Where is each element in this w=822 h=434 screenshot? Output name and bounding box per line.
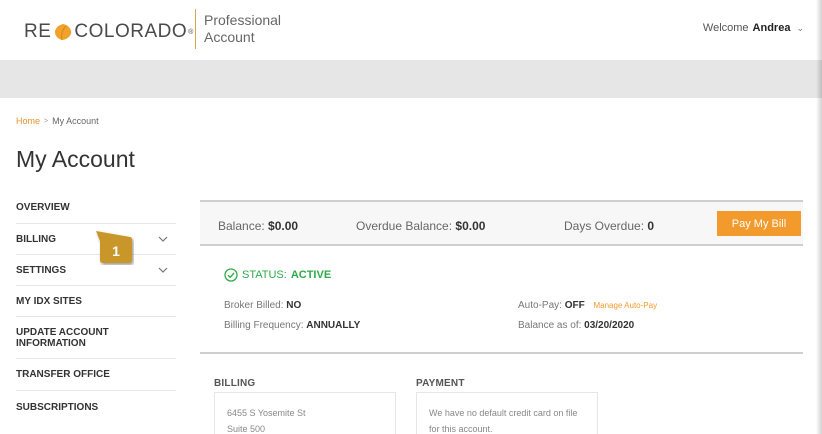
sidebar: OVERVIEW BILLING SETTINGS MY IDX SITES U…	[16, 192, 176, 423]
days-overdue-field: Days Overdue: 0	[564, 219, 654, 233]
breadcrumb: Home > My Account	[16, 116, 99, 126]
billing-address-card: 6455 S Yosemite St Suite 500	[214, 392, 396, 434]
balance-as-of: Balance as of: 03/20/2020	[518, 320, 634, 331]
overdue-balance-field: Overdue Balance: $0.00	[356, 219, 485, 233]
sidebar-item-label: SUBSCRIPTIONS	[16, 401, 99, 413]
logo-text-colorado: COLORADO	[74, 21, 188, 42]
check-circle-icon	[224, 268, 238, 282]
status-value: ACTIVE	[290, 269, 332, 281]
welcome-text: Welcome	[702, 22, 749, 34]
status-label: STATUS:	[242, 269, 287, 281]
sidebar-item-label: TRANSFER OFFICE	[16, 369, 110, 380]
balance-label: Balance:	[218, 219, 265, 233]
header-subtitle: Professional Account	[204, 12, 282, 45]
address-line-2: Suite 500	[227, 424, 266, 434]
registered-mark: ®	[188, 28, 194, 36]
broker-value: NO	[286, 300, 302, 311]
billing-heading: BILLING	[214, 378, 256, 389]
sidebar-item-overview[interactable]: OVERVIEW	[16, 192, 176, 224]
balance-value: $0.00	[268, 219, 299, 233]
gray-banner	[0, 60, 822, 98]
payment-card: We have no default credit card on file f…	[416, 392, 598, 434]
autopay-label: Auto-Pay:	[518, 300, 562, 311]
chevron-down-icon	[158, 236, 168, 242]
user-menu[interactable]: Welcome Andrea ⌄	[703, 22, 804, 34]
step-callout-badge: 1	[96, 231, 132, 263]
sidebar-item-label: BILLING	[16, 233, 56, 245]
broker-label: Broker Billed:	[224, 300, 284, 311]
chevron-down-icon	[158, 267, 168, 273]
section-divider	[200, 352, 803, 354]
sidebar-item-subscriptions[interactable]: SUBSCRIPTIONS	[16, 391, 176, 423]
recolorado-logo[interactable]: RE COLORADO ®	[24, 20, 193, 44]
billing-frequency: Billing Frequency: ANNUALLY	[224, 320, 360, 331]
balance-field: Balance: $0.00	[218, 219, 298, 233]
manage-auto-pay-link[interactable]: Manage Auto-Pay	[593, 301, 657, 310]
address-line-1: 6455 S Yosemite St	[227, 408, 306, 418]
sidebar-item-label: MY IDX SITES	[16, 295, 82, 307]
pay-my-bill-button[interactable]: Pay My Bill	[717, 211, 801, 236]
breadcrumb-separator: >	[44, 117, 49, 125]
callout-number: 1	[112, 243, 120, 259]
asof-label: Balance as of:	[518, 320, 582, 331]
aspen-leaf-icon	[55, 24, 72, 41]
auto-pay: Auto-Pay: OFF Manage Auto-Pay	[518, 300, 657, 311]
app-header: RE COLORADO ® Professional Account Welco…	[0, 0, 822, 60]
asof-value: 03/20/2020	[584, 320, 635, 331]
overdue-value: $0.00	[455, 219, 486, 233]
sidebar-item-update-account-information[interactable]: UPDATE ACCOUNT INFORMATION	[16, 317, 176, 359]
frequency-label: Billing Frequency:	[224, 320, 304, 331]
sidebar-item-label: OVERVIEW	[16, 202, 70, 213]
breadcrumb-current: My Account	[52, 116, 99, 126]
payment-heading: PAYMENT	[416, 378, 465, 389]
frequency-value: ANNUALLY	[306, 320, 361, 331]
breadcrumb-home-link[interactable]: Home	[16, 116, 40, 126]
page-title: My Account	[16, 146, 135, 172]
sidebar-item-label: SETTINGS	[16, 264, 67, 276]
window-edge-shadow	[816, 0, 822, 434]
overdue-label: Overdue Balance:	[356, 219, 453, 233]
logo-text-re: RE	[24, 21, 52, 42]
header-divider	[195, 9, 196, 49]
days-label: Days Overdue:	[564, 219, 645, 233]
autopay-value: OFF	[564, 300, 585, 311]
sidebar-item-my-idx-sites[interactable]: MY IDX SITES	[16, 286, 176, 317]
payment-message: We have no default credit card on file f…	[429, 408, 578, 434]
sidebar-item-label: UPDATE ACCOUNT INFORMATION	[16, 326, 109, 349]
account-status: STATUS: ACTIVE	[224, 268, 331, 282]
user-name: Andrea	[752, 22, 791, 34]
chevron-down-icon: ⌄	[796, 22, 804, 33]
sidebar-item-transfer-office[interactable]: TRANSFER OFFICE	[16, 359, 176, 391]
broker-billed: Broker Billed: NO	[224, 300, 301, 311]
days-value: 0	[647, 219, 655, 233]
balance-bar: Balance: $0.00 Overdue Balance: $0.00 Da…	[200, 200, 803, 246]
